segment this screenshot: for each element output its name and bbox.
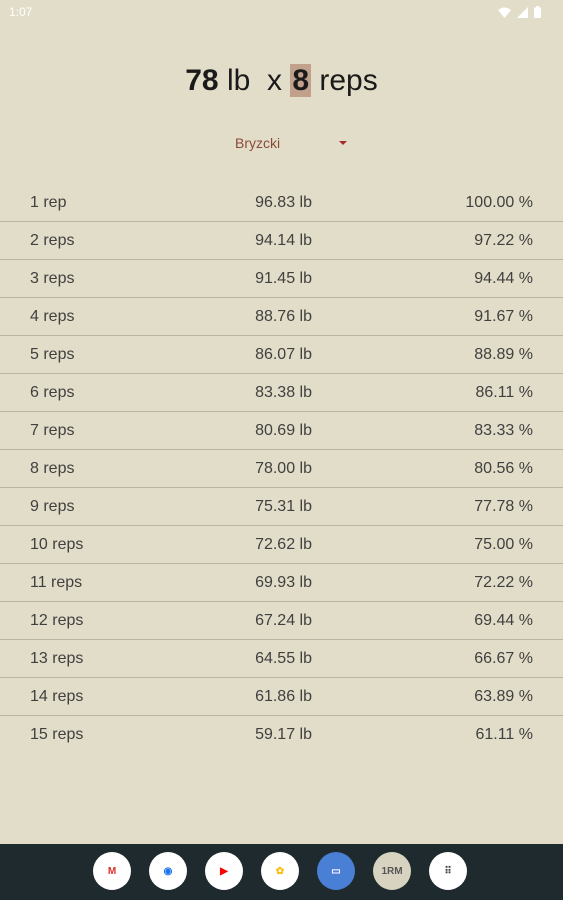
table-row: 15 reps 59.17 lb 61.11 % (0, 716, 563, 753)
percent-cell: 97.22 % (474, 232, 533, 249)
table-row: 10 reps 72.62 lb 75.00 % (0, 526, 563, 564)
weight-cell: 88.76 lb (255, 308, 312, 325)
onerm-app-icon[interactable]: 1RM (373, 852, 411, 890)
percent-cell: 61.11 % (475, 726, 533, 743)
formula-dropdown[interactable]: Bryzcki (235, 135, 351, 153)
percent-cell: 91.67 % (474, 308, 533, 325)
weight-cell: 86.07 lb (255, 346, 312, 363)
chevron-down-icon (339, 141, 347, 145)
app-dock: M ◉ ▶ ✿ ▭ 1RM ⠿ (93, 852, 467, 890)
photos-icon[interactable]: ✿ (261, 852, 299, 890)
weight-cell: 78.00 lb (255, 460, 312, 477)
reps-count-cell: 2 reps (30, 232, 75, 249)
percent-cell: 63.89 % (474, 688, 533, 705)
table-row: 5 reps 86.07 lb 88.89 % (0, 336, 563, 374)
reps-count-cell: 12 reps (30, 612, 84, 629)
headline: 78 lb x 8 reps (0, 64, 563, 98)
reps-count-cell: 7 reps (30, 422, 75, 439)
reps-count-cell: 14 reps (30, 688, 84, 705)
weight-cell: 67.24 lb (255, 612, 312, 629)
formula-selected-label: Bryzcki (235, 135, 281, 151)
times-sign: x (267, 64, 282, 97)
table-row: 2 reps 94.14 lb 97.22 % (0, 222, 563, 260)
percent-cell: 72.22 % (474, 574, 533, 591)
weight-value[interactable]: 78 (185, 64, 218, 97)
percent-cell: 100.00 % (465, 194, 533, 211)
status-bar: 1:07 (0, 0, 563, 26)
percent-cell: 69.44 % (474, 612, 533, 629)
table-row: 11 reps 69.93 lb 72.22 % (0, 564, 563, 602)
signal-icon (517, 6, 528, 18)
percent-cell: 83.33 % (474, 422, 533, 439)
reps-count-cell: 10 reps (30, 536, 84, 553)
reps-count-cell: 8 reps (30, 460, 75, 477)
table-row: 9 reps 75.31 lb 77.78 % (0, 488, 563, 526)
status-time: 1:07 (9, 5, 33, 19)
app-drawer-icon[interactable]: ⠿ (429, 852, 467, 890)
weight-cell: 94.14 lb (255, 232, 312, 249)
reps-count-cell: 15 reps (30, 726, 84, 743)
weight-cell: 80.69 lb (255, 422, 312, 439)
weight-cell: 83.38 lb (255, 384, 312, 401)
reps-count-cell: 5 reps (30, 346, 75, 363)
rep-max-table: 1 rep 96.83 lb 100.00 % 2 reps 94.14 lb 97.22… (0, 184, 563, 753)
reps-count-cell: 6 reps (30, 384, 75, 401)
weight-unit: lb (226, 64, 251, 97)
weight-cell: 72.62 lb (255, 536, 312, 553)
weight-cell: 59.17 lb (255, 726, 312, 743)
table-row: 3 reps 91.45 lb 94.44 % (0, 260, 563, 298)
weight-cell: 61.86 lb (255, 688, 312, 705)
weight-cell: 96.83 lb (255, 194, 312, 211)
table-row: 13 reps 64.55 lb 66.67 % (0, 640, 563, 678)
percent-cell: 88.89 % (474, 346, 533, 363)
gmail-icon[interactable]: M (93, 852, 131, 890)
messages-icon[interactable]: ▭ (317, 852, 355, 890)
status-icons (498, 6, 541, 18)
battery-icon (534, 6, 541, 18)
table-row: 7 reps 80.69 lb 83.33 % (0, 412, 563, 450)
percent-cell: 86.11 % (475, 384, 533, 401)
reps-count-cell: 1 rep (30, 194, 67, 211)
table-row: 4 reps 88.76 lb 91.67 % (0, 298, 563, 336)
table-row: 1 rep 96.83 lb 100.00 % (0, 184, 563, 222)
reps-count-cell: 4 reps (30, 308, 75, 325)
youtube-icon[interactable]: ▶ (205, 852, 243, 890)
percent-cell: 80.56 % (474, 460, 533, 477)
percent-cell: 75.00 % (474, 536, 533, 553)
reps-value[interactable]: 8 (290, 64, 312, 97)
weight-cell: 64.55 lb (255, 650, 312, 667)
weight-cell: 75.31 lb (255, 498, 312, 515)
weight-cell: 69.93 lb (255, 574, 312, 591)
chrome-icon[interactable]: ◉ (149, 852, 187, 890)
percent-cell: 77.78 % (474, 498, 533, 515)
reps-count-cell: 13 reps (30, 650, 84, 667)
reps-unit: reps (319, 64, 378, 97)
reps-count-cell: 11 reps (30, 574, 83, 591)
percent-cell: 94.44 % (474, 270, 533, 287)
weight-cell: 91.45 lb (255, 270, 312, 287)
table-row: 14 reps 61.86 lb 63.89 % (0, 678, 563, 716)
reps-count-cell: 9 reps (30, 498, 75, 515)
table-row: 12 reps 67.24 lb 69.44 % (0, 602, 563, 640)
table-row: 8 reps 78.00 lb 80.56 % (0, 450, 563, 488)
table-row: 6 reps 83.38 lb 86.11 % (0, 374, 563, 412)
reps-count-cell: 3 reps (30, 270, 75, 287)
wifi-icon (498, 7, 511, 18)
percent-cell: 66.67 % (474, 650, 533, 667)
dock-bar: M ◉ ▶ ✿ ▭ 1RM ⠿ (0, 844, 563, 900)
